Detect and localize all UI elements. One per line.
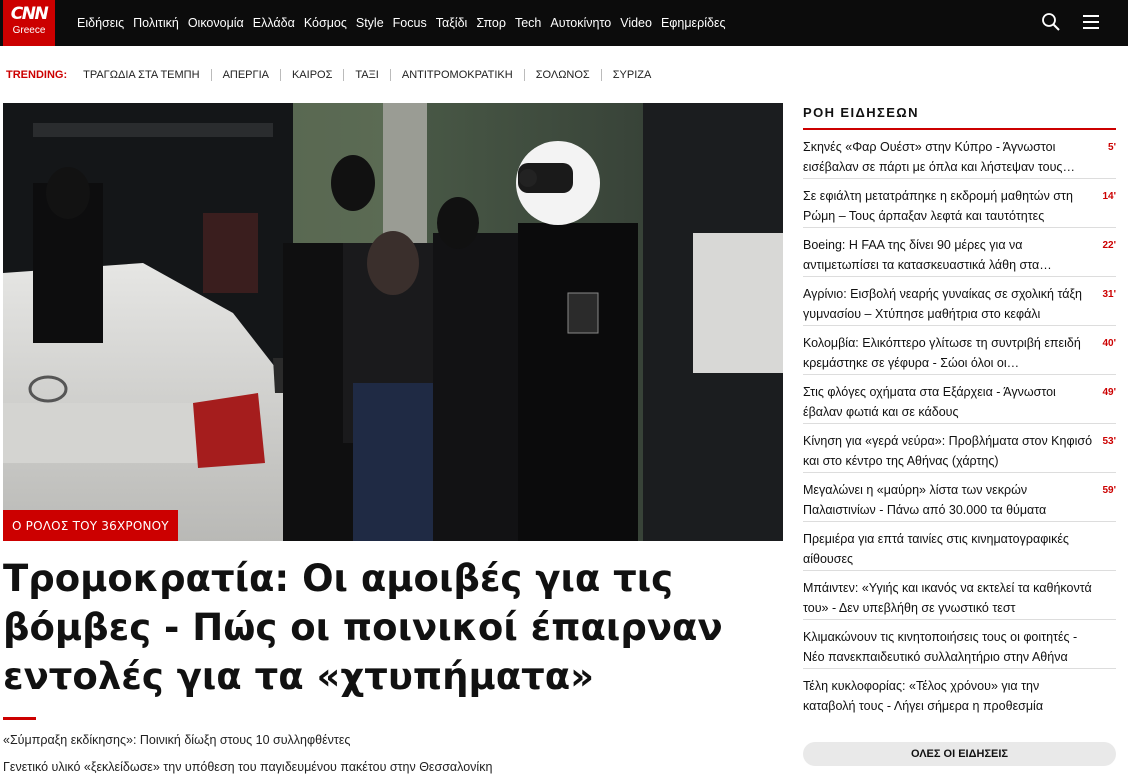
- nav-item-tech[interactable]: Tech: [515, 16, 541, 30]
- nav-item-video[interactable]: Video: [620, 16, 652, 30]
- feed-item-text: Πρεμιέρα για επτά ταινίες στις κινηματογ…: [803, 532, 1069, 566]
- feed-item-text: Σκηνές «Φαρ Ουέστ» στην Κύπρο - Άγνωστοι…: [803, 140, 1075, 174]
- trending-item[interactable]: ΣΟΛΩΝΟΣ: [536, 69, 590, 81]
- feed-item[interactable]: Boeing: Η FAA της δίνει 90 μέρες για να …: [803, 228, 1116, 277]
- trending-item[interactable]: ΑΝΤΙΤΡΟΜΟΚΡΑΤΙΚΗ: [402, 69, 513, 81]
- feed-item-text: Κολομβία: Ελικόπτερο γλίτωσε τη συντριβή…: [803, 336, 1081, 370]
- feed-item-text: Μεγαλώνει η «μαύρη» λίστα των νεκρών Παλ…: [803, 483, 1047, 517]
- feed-item[interactable]: Μεγαλώνει η «μαύρη» λίστα των νεκρών Παλ…: [803, 473, 1116, 522]
- nav-item-style[interactable]: Style: [356, 16, 384, 30]
- news-feed-title: ΡΟΗ ΕΙΔΗΣΕΩΝ: [803, 104, 1116, 130]
- logo-greece-text: Greece: [12, 25, 46, 36]
- lead-headline[interactable]: Τρομοκρατία: Οι αμοιβές για τις βόμβες -…: [3, 554, 783, 701]
- feed-item[interactable]: Σκηνές «Φαρ Ουέστ» στην Κύπρο - Άγνωστοι…: [803, 130, 1116, 179]
- feed-item-time: 14': [1102, 191, 1116, 202]
- feed-item-text: Κλιμακώνουν τις κινητοποιήσεις τους οι φ…: [803, 630, 1078, 664]
- divider: [523, 69, 525, 81]
- nav-item-newspapers[interactable]: Εφημερίδες: [661, 16, 726, 30]
- feed-item[interactable]: Στις φλόγες οχήματα στα Εξάρχεια - Άγνωσ…: [803, 375, 1116, 424]
- divider: [279, 69, 281, 81]
- nav-item-economy[interactable]: Οικονομία: [188, 16, 244, 30]
- all-news-button[interactable]: ΟΛΕΣ ΟΙ ΕΙΔΗΣΕΙΣ: [803, 742, 1116, 766]
- feed-item-time: 5': [1108, 142, 1116, 153]
- nav-item-greece[interactable]: Ελλάδα: [253, 16, 295, 30]
- feed-item-text: Στις φλόγες οχήματα στα Εξάρχεια - Άγνωσ…: [803, 385, 1056, 419]
- feed-item[interactable]: Πρεμιέρα για επτά ταινίες στις κινηματογ…: [803, 522, 1116, 571]
- divider: [389, 69, 391, 81]
- nav-item-sports[interactable]: Σπορ: [476, 16, 506, 30]
- divider: [210, 69, 212, 81]
- nav-item-news[interactable]: Ειδήσεις: [77, 16, 124, 30]
- feed-item-time: 40': [1102, 338, 1116, 349]
- menu-icon[interactable]: [1082, 13, 1100, 31]
- top-navigation-bar: CNN Greece Ειδήσεις Πολιτική Οικονομία Ε…: [0, 0, 1128, 46]
- related-story-link[interactable]: «Σύμπραξη εκδίκησης»: Ποινική δίωξη στου…: [3, 733, 350, 747]
- feed-item[interactable]: Τέλη κυκλοφορίας: «Τέλος χρόνου» για την…: [803, 669, 1116, 718]
- related-story-link[interactable]: Γενετικό υλικό «ξεκλείδωσε» την υπόθεση …: [3, 760, 492, 774]
- feed-item[interactable]: Σε εφιάλτη μετατράπηκε η εκδρομή μαθητών…: [803, 179, 1116, 228]
- police-scene-photo: [3, 103, 783, 541]
- nav-item-focus[interactable]: Focus: [393, 16, 427, 30]
- feed-item-time: 49': [1102, 387, 1116, 398]
- feed-item[interactable]: Κλιμακώνουν τις κινητοποιήσεις τους οι φ…: [803, 620, 1116, 669]
- feed-item-text: Boeing: Η FAA της δίνει 90 μέρες για να …: [803, 238, 1052, 272]
- feed-item-time: 59': [1102, 485, 1116, 496]
- trending-item[interactable]: ΑΠΕΡΓΙΑ: [223, 69, 269, 81]
- trending-label: TRENDING:: [6, 69, 68, 81]
- feed-item-text: Σε εφιάλτη μετατράπηκε η εκδρομή μαθητών…: [803, 189, 1073, 223]
- feed-item[interactable]: Κολομβία: Ελικόπτερο γλίτωσε τη συντριβή…: [803, 326, 1116, 375]
- divider: [600, 69, 602, 81]
- feed-item-time: 22': [1102, 240, 1116, 251]
- feed-item-time: 31': [1102, 289, 1116, 300]
- nav-item-travel[interactable]: Ταξίδι: [436, 16, 468, 30]
- lead-story-image[interactable]: Ο ΡΟΛΟΣ ΤΟΥ 36ΧΡΟΝΟΥ: [3, 103, 783, 541]
- trending-item[interactable]: ΤΡΑΓΩΔΙΑ ΣΤΑ ΤΕΜΠΗ: [83, 69, 199, 81]
- news-feed: ΡΟΗ ΕΙΔΗΣΕΩΝ Σκηνές «Φαρ Ουέστ» στην Κύπ…: [803, 104, 1116, 718]
- cnn-greece-logo[interactable]: CNN Greece: [3, 0, 55, 46]
- feed-item-text: Αγρίνιο: Εισβολή νεαρής γυναίκας σε σχολ…: [803, 287, 1083, 321]
- trending-item[interactable]: ΣΥΡΙΖΑ: [613, 69, 652, 81]
- feed-item-text: Κίνηση για «γερά νεύρα»: Προβλήματα στον…: [803, 434, 1093, 468]
- trending-item[interactable]: ΚΑΙΡΟΣ: [292, 69, 332, 81]
- trending-bar: TRENDING: ΤΡΑΓΩΔΙΑ ΣΤΑ ΤΕΜΠΗ ΑΠΕΡΓΙΑ ΚΑΙ…: [6, 60, 651, 90]
- main-nav: Ειδήσεις Πολιτική Οικονομία Ελλάδα Κόσμο…: [77, 0, 735, 46]
- feed-item-time: 53': [1102, 436, 1116, 447]
- feed-item[interactable]: Κίνηση για «γερά νεύρα»: Προβλήματα στον…: [803, 424, 1116, 473]
- headline-accent-bar: [3, 717, 36, 720]
- feed-item-text: Μπάιντεν: «Υγιής και ικανός να εκτελεί τ…: [803, 581, 1092, 615]
- nav-item-politics[interactable]: Πολιτική: [133, 16, 179, 30]
- story-tag[interactable]: Ο ΡΟΛΟΣ ΤΟΥ 36ΧΡΟΝΟΥ: [3, 510, 178, 541]
- nav-item-auto[interactable]: Αυτοκίνητο: [550, 16, 611, 30]
- trending-item[interactable]: ΤΑΞΙ: [355, 69, 378, 81]
- logo-cnn-text: CNN: [10, 4, 49, 24]
- divider: [343, 69, 345, 81]
- nav-item-world[interactable]: Κόσμος: [304, 16, 347, 30]
- feed-item[interactable]: Μπάιντεν: «Υγιής και ικανός να εκτελεί τ…: [803, 571, 1116, 620]
- feed-item[interactable]: Αγρίνιο: Εισβολή νεαρής γυναίκας σε σχολ…: [803, 277, 1116, 326]
- feed-item-text: Τέλη κυκλοφορίας: «Τέλος χρόνου» για την…: [803, 679, 1044, 713]
- search-icon[interactable]: [1041, 12, 1061, 32]
